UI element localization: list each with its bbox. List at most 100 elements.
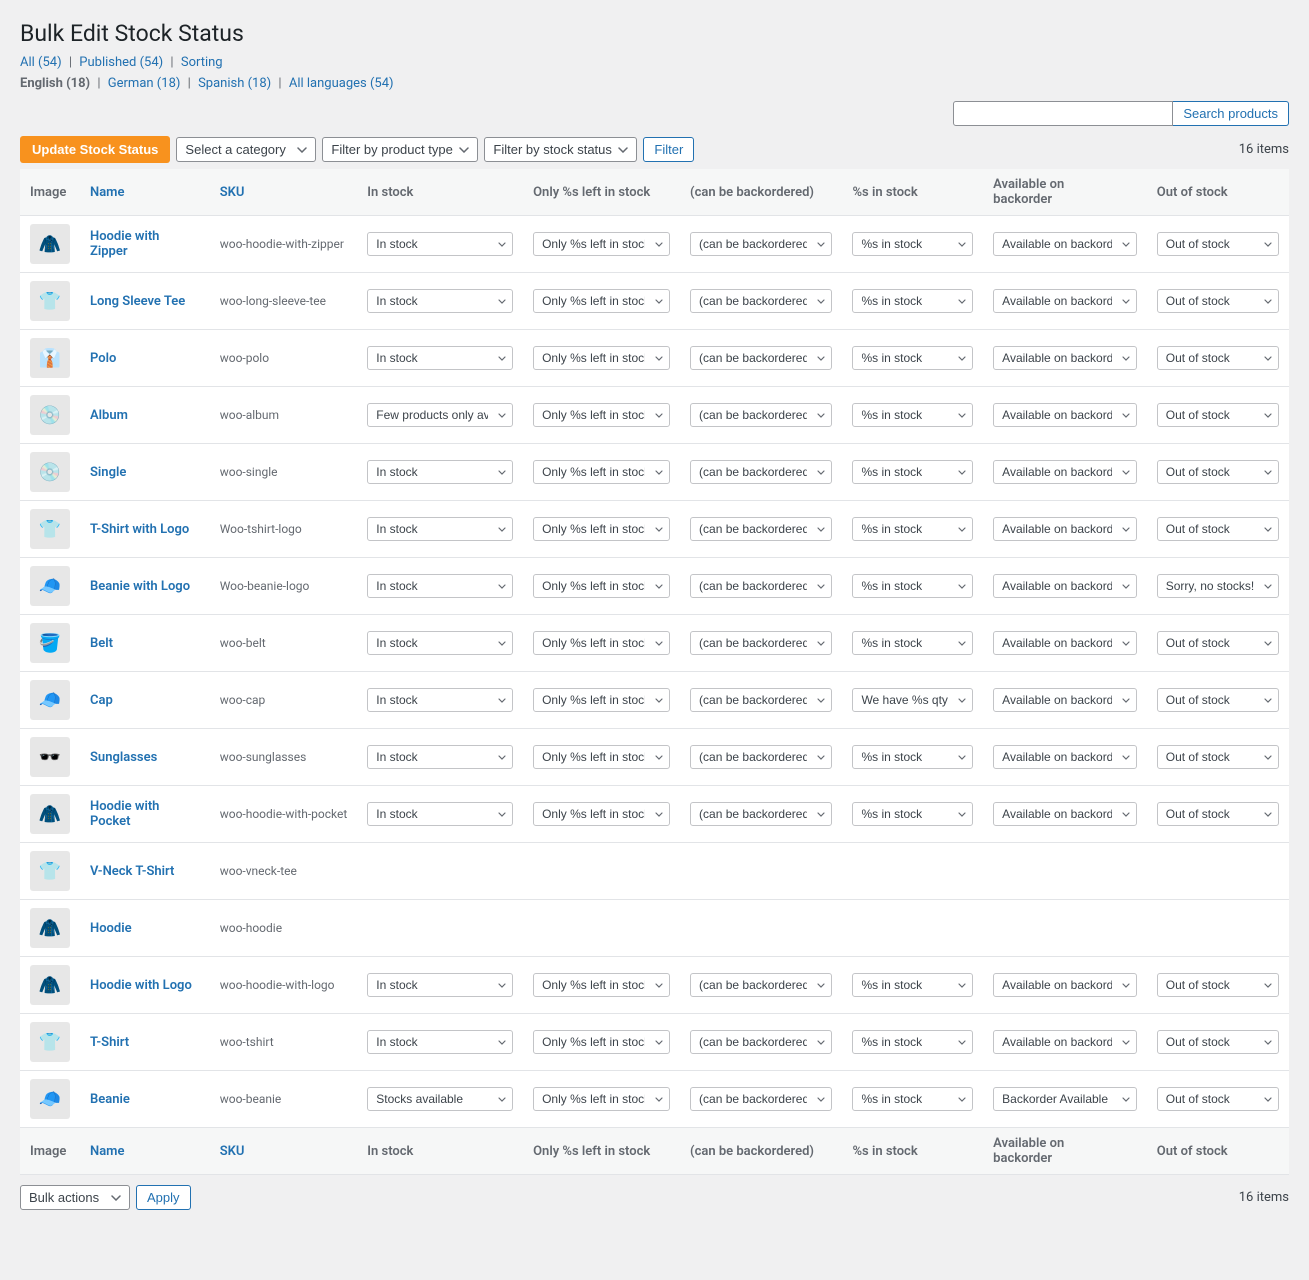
pct-stock-cell[interactable]: %s in stock [842, 729, 983, 786]
out-of-stock-cell[interactable]: Out of stock [1147, 729, 1289, 786]
lang-all[interactable]: All languages (54) [289, 76, 394, 91]
avail-backorder-select[interactable]: Available on backorde [993, 802, 1137, 826]
avail-backorder-cell[interactable]: Available on backorde [983, 615, 1147, 672]
out-of-stock-cell[interactable]: Out of stock [1147, 672, 1289, 729]
avail-backorder-cell[interactable]: Available on backorde [983, 330, 1147, 387]
pct-left-cell[interactable]: Only %s left in stock [523, 330, 680, 387]
backorder-cell[interactable]: (can be backordered) [680, 615, 842, 672]
pct-left-select[interactable]: Only %s left in stock [533, 403, 670, 427]
out-of-stock-select[interactable]: Out of stock [1157, 802, 1279, 826]
filter-button[interactable]: Filter [643, 137, 694, 162]
backorder-select[interactable]: (can be backordered) [690, 517, 832, 541]
pct-stock-cell[interactable]: %s in stock [842, 330, 983, 387]
pct-left-cell[interactable]: Only %s left in stock [523, 672, 680, 729]
backorder-cell[interactable]: (can be backordered) [680, 501, 842, 558]
out-of-stock-cell[interactable]: Out of stock [1147, 444, 1289, 501]
backorder-select[interactable]: (can be backordered) [690, 1030, 832, 1054]
in-stock-cell[interactable]: Stocks available [357, 1071, 523, 1128]
out-of-stock-cell[interactable]: Out of stock [1147, 387, 1289, 444]
out-of-stock-select[interactable]: Out of stock [1157, 460, 1279, 484]
avail-backorder-select[interactable]: Available on backorde [993, 631, 1137, 655]
in-stock-cell[interactable] [357, 843, 523, 900]
apply-button[interactable]: Apply [136, 1185, 191, 1210]
in-stock-cell[interactable]: In stock [357, 216, 523, 273]
in-stock-cell[interactable]: In stock [357, 330, 523, 387]
backorder-cell[interactable]: (can be backordered) [680, 1014, 842, 1071]
pct-stock-select[interactable]: %s in stock [852, 289, 973, 313]
out-of-stock-select[interactable]: Out of stock [1157, 517, 1279, 541]
avail-backorder-select[interactable]: Available on backorde [993, 232, 1137, 256]
in-stock-cell[interactable]: In stock [357, 729, 523, 786]
pct-left-select[interactable]: Only %s left in stock [533, 973, 670, 997]
pct-left-cell[interactable]: Only %s left in stock [523, 273, 680, 330]
in-stock-cell[interactable]: In stock [357, 786, 523, 843]
in-stock-select[interactable]: In stock [367, 1030, 513, 1054]
in-stock-cell[interactable]: In stock [357, 672, 523, 729]
backorder-select[interactable]: (can be backordered) [690, 460, 832, 484]
in-stock-select[interactable]: In stock [367, 973, 513, 997]
backorder-cell[interactable]: (can be backordered) [680, 216, 842, 273]
product-name-link[interactable]: Beanie with Logo [90, 579, 190, 594]
avail-backorder-select[interactable]: Available on backorde [993, 403, 1137, 427]
backorder-select[interactable]: (can be backordered) [690, 1087, 832, 1111]
lang-spanish[interactable]: Spanish (18) [198, 76, 271, 91]
in-stock-cell[interactable] [357, 900, 523, 957]
in-stock-cell[interactable]: Few products only ava [357, 387, 523, 444]
out-of-stock-select[interactable]: Out of stock [1157, 973, 1279, 997]
pct-left-select[interactable]: Only %s left in stock [533, 517, 670, 541]
sublink-published[interactable]: Published (54) [79, 55, 163, 70]
product-type-select[interactable]: Filter by product type [322, 137, 478, 162]
pct-left-select[interactable]: Only %s left in stock [533, 745, 670, 769]
pct-left-cell[interactable]: Only %s left in stock [523, 558, 680, 615]
out-of-stock-cell[interactable]: Out of stock [1147, 1014, 1289, 1071]
out-of-stock-select[interactable]: Sorry, no stocks! [1157, 574, 1279, 598]
pct-left-cell[interactable] [523, 900, 680, 957]
product-name-link[interactable]: Hoodie with Logo [90, 978, 192, 993]
avail-backorder-cell[interactable] [983, 900, 1147, 957]
pct-stock-cell[interactable]: %s in stock [842, 1071, 983, 1128]
backorder-select[interactable]: (can be backordered) [690, 289, 832, 313]
pct-stock-cell[interactable]: We have %s qty [842, 672, 983, 729]
pct-stock-cell[interactable] [842, 843, 983, 900]
avail-backorder-select[interactable]: Available on backorde [993, 460, 1137, 484]
avail-backorder-select[interactable]: Available on backorde [993, 745, 1137, 769]
backorder-cell[interactable]: (can be backordered) [680, 330, 842, 387]
sublink-all[interactable]: All (54) [20, 55, 62, 70]
in-stock-select[interactable]: Few products only ava [367, 403, 513, 427]
product-name-link[interactable]: V-Neck T-Shirt [90, 864, 174, 879]
in-stock-select[interactable]: In stock [367, 460, 513, 484]
in-stock-cell[interactable]: In stock [357, 444, 523, 501]
lang-german[interactable]: German (18) [108, 76, 181, 91]
avail-backorder-cell[interactable]: Backorder Available [983, 1071, 1147, 1128]
backorder-cell[interactable] [680, 843, 842, 900]
in-stock-cell[interactable]: In stock [357, 615, 523, 672]
pct-left-cell[interactable]: Only %s left in stock [523, 615, 680, 672]
out-of-stock-select[interactable]: Out of stock [1157, 289, 1279, 313]
avail-backorder-select[interactable]: Available on backorde [993, 688, 1137, 712]
pct-stock-cell[interactable]: %s in stock [842, 216, 983, 273]
pct-left-cell[interactable] [523, 843, 680, 900]
pct-stock-cell[interactable]: %s in stock [842, 444, 983, 501]
product-name-link[interactable]: Beanie [90, 1092, 130, 1107]
pct-stock-cell[interactable] [842, 900, 983, 957]
backorder-select[interactable]: (can be backordered) [690, 688, 832, 712]
out-of-stock-cell[interactable]: Out of stock [1147, 330, 1289, 387]
avail-backorder-select[interactable]: Backorder Available [993, 1087, 1137, 1111]
backorder-cell[interactable]: (can be backordered) [680, 1071, 842, 1128]
in-stock-cell[interactable]: In stock [357, 957, 523, 1014]
out-of-stock-select[interactable]: Out of stock [1157, 1087, 1279, 1111]
pct-stock-select[interactable]: %s in stock [852, 1030, 973, 1054]
avail-backorder-cell[interactable]: Available on backorde [983, 957, 1147, 1014]
avail-backorder-cell[interactable]: Available on backorde [983, 558, 1147, 615]
pct-left-select[interactable]: Only %s left in stock [533, 289, 670, 313]
product-name-link[interactable]: T-Shirt with Logo [90, 522, 189, 537]
sublink-sorting[interactable]: Sorting [181, 55, 223, 70]
out-of-stock-select[interactable]: Out of stock [1157, 745, 1279, 769]
update-stock-button[interactable]: Update Stock Status [20, 136, 170, 163]
pct-left-cell[interactable]: Only %s left in stock [523, 444, 680, 501]
backorder-cell[interactable] [680, 900, 842, 957]
out-of-stock-cell[interactable]: Out of stock [1147, 1071, 1289, 1128]
avail-backorder-cell[interactable] [983, 843, 1147, 900]
product-name-link[interactable]: Hoodie with Zipper [90, 229, 159, 259]
pct-stock-cell[interactable]: %s in stock [842, 957, 983, 1014]
